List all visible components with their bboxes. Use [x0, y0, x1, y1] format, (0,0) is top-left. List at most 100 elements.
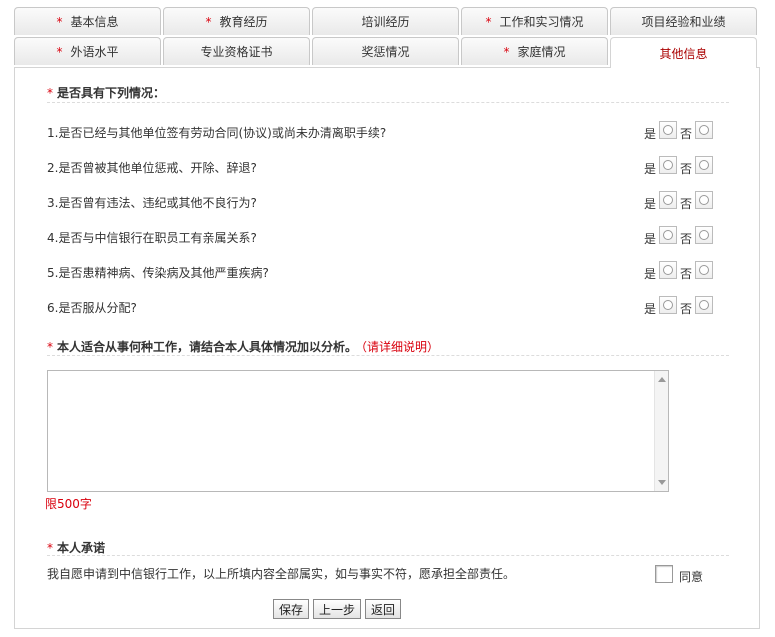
tab-work-internship[interactable]: * 工作和实习情况 [461, 7, 608, 35]
agree-group: 同意 [655, 565, 704, 584]
scroll-up-arrow-icon[interactable] [658, 377, 666, 382]
tab-label: 培训经历 [361, 15, 410, 29]
no-radio[interactable] [695, 156, 713, 174]
required-mark: * [205, 14, 212, 29]
question-row: 1.是否已经与其他单位签有劳动合同(协议)或尚未办清离职手续? 是 否 [47, 121, 729, 143]
required-mark: * [47, 541, 53, 555]
yes-label: 是 [643, 266, 656, 281]
section-title-text: 本人适合从事何种工作，请结合本人具体情况加以分析。 [57, 340, 358, 354]
no-radio[interactable] [695, 121, 713, 139]
tab-certificates[interactable]: 专业资格证书 [163, 37, 310, 65]
no-label: 否 [679, 231, 692, 246]
yes-no-options: 是 否 [641, 226, 713, 246]
tab-family[interactable]: * 家庭情况 [461, 37, 608, 65]
tab-projects[interactable]: 项目经验和业绩 [610, 7, 757, 35]
tab-bar: * 基本信息 * 教育经历 培训经历 * 工作和实习情况 项目经验和业绩 * 外语水平 … [14, 7, 760, 68]
yes-radio[interactable] [658, 226, 677, 244]
previous-step-button[interactable]: 上一步 [313, 599, 362, 619]
tab-label: 教育经历 [219, 15, 268, 29]
no-label: 否 [679, 266, 692, 281]
divider [47, 102, 729, 103]
no-radio[interactable] [695, 296, 713, 314]
scroll-down-arrow-icon[interactable] [658, 480, 666, 485]
no-radio[interactable] [695, 226, 713, 244]
tab-label: 基本信息 [70, 15, 119, 29]
suitability-textarea[interactable] [47, 370, 669, 492]
radio-circle-icon [699, 160, 709, 170]
question-text: 6.是否服从分配? [47, 301, 137, 315]
detail-note: （请详细说明） [361, 340, 440, 354]
tab-languages[interactable]: * 外语水平 [14, 37, 161, 65]
radio-circle-icon [662, 195, 673, 205]
required-mark: * [56, 44, 63, 59]
required-mark: * [485, 14, 492, 29]
section-title-promise: * 本人承诺 [47, 539, 105, 556]
yes-radio[interactable] [658, 296, 677, 314]
yes-label: 是 [643, 196, 656, 211]
yes-no-options: 是 否 [641, 191, 713, 211]
tab-row-2: * 外语水平 专业资格证书 奖惩情况 * 家庭情况 其他信息 [14, 37, 760, 68]
yes-no-options: 是 否 [641, 261, 713, 281]
agree-label: 同意 [679, 569, 704, 584]
yes-radio[interactable] [658, 261, 677, 279]
yes-no-options: 是 否 [641, 296, 713, 316]
required-mark: * [56, 14, 63, 29]
yes-radio[interactable] [658, 156, 677, 174]
tab-label: 外语水平 [70, 45, 119, 59]
radio-circle-icon [662, 125, 673, 135]
form-panel: * 是否具有下列情况： 1.是否已经与其他单位签有劳动合同(协议)或尚未办清离职手… [14, 67, 760, 629]
tab-rewards[interactable]: 奖惩情况 [312, 37, 459, 65]
radio-circle-icon [662, 230, 673, 240]
yes-no-options: 是 否 [641, 121, 713, 141]
section-title-suitability: * 本人适合从事何种工作，请结合本人具体情况加以分析。 （请详细说明） [47, 338, 439, 355]
tab-label: 家庭情况 [517, 45, 566, 59]
radio-circle-icon [699, 125, 709, 135]
yes-label: 是 [643, 126, 656, 141]
yes-radio[interactable] [658, 121, 677, 139]
question-text: 2.是否曾被其他单位惩戒、开除、辞退? [47, 161, 257, 175]
required-mark: * [47, 340, 53, 354]
yes-no-options: 是 否 [641, 156, 713, 176]
question-text: 5.是否患精神病、传染病及其他严重疾病? [47, 266, 269, 280]
radio-circle-icon [662, 300, 673, 310]
back-button[interactable]: 返回 [365, 599, 402, 619]
yes-label: 是 [643, 161, 656, 176]
question-text: 1.是否已经与其他单位签有劳动合同(协议)或尚未办清离职手续? [47, 126, 387, 140]
char-limit-hint: 限500字 [45, 497, 92, 511]
no-radio[interactable] [695, 261, 713, 279]
divider [47, 355, 729, 356]
no-radio[interactable] [695, 191, 713, 209]
textarea-scrollbar[interactable] [654, 371, 668, 491]
section-title-text: 是否具有下列情况： [57, 86, 166, 100]
tab-training[interactable]: 培训经历 [312, 7, 459, 35]
agree-checkbox[interactable] [655, 565, 673, 583]
tab-label: 专业资格证书 [200, 45, 273, 59]
required-mark: * [503, 44, 510, 59]
tab-basic-info[interactable]: * 基本信息 [14, 7, 161, 35]
yes-label: 是 [643, 301, 656, 316]
question-text: 4.是否与中信银行在职员工有亲属关系? [47, 231, 257, 245]
radio-circle-icon [699, 300, 709, 310]
tab-education[interactable]: * 教育经历 [163, 7, 310, 35]
question-row: 5.是否患精神病、传染病及其他严重疾病? 是 否 [47, 261, 729, 283]
no-label: 否 [679, 126, 692, 141]
tab-label: 工作和实习情况 [499, 15, 584, 29]
tab-row-1: * 基本信息 * 教育经历 培训经历 * 工作和实习情况 项目经验和业绩 [14, 7, 760, 35]
radio-circle-icon [699, 230, 709, 240]
save-button[interactable]: 保存 [273, 599, 310, 619]
yes-radio[interactable] [658, 191, 677, 209]
yes-label: 是 [643, 231, 656, 246]
radio-circle-icon [699, 195, 709, 205]
action-buttons: 保存 上一步 返回 [273, 599, 405, 619]
divider [47, 555, 729, 556]
required-mark: * [47, 86, 53, 100]
section-title-conditions: * 是否具有下列情况： [47, 84, 165, 101]
tab-label: 项目经验和业绩 [641, 15, 726, 29]
radio-circle-icon [662, 160, 673, 170]
radio-circle-icon [662, 265, 673, 275]
question-row: 6.是否服从分配? 是 否 [47, 296, 729, 318]
question-text: 3.是否曾有违法、违纪或其他不良行为? [47, 196, 257, 210]
question-row: 3.是否曾有违法、违纪或其他不良行为? 是 否 [47, 191, 729, 213]
tab-other-info[interactable]: 其他信息 [610, 37, 757, 68]
question-row: 2.是否曾被其他单位惩戒、开除、辞退? 是 否 [47, 156, 729, 178]
